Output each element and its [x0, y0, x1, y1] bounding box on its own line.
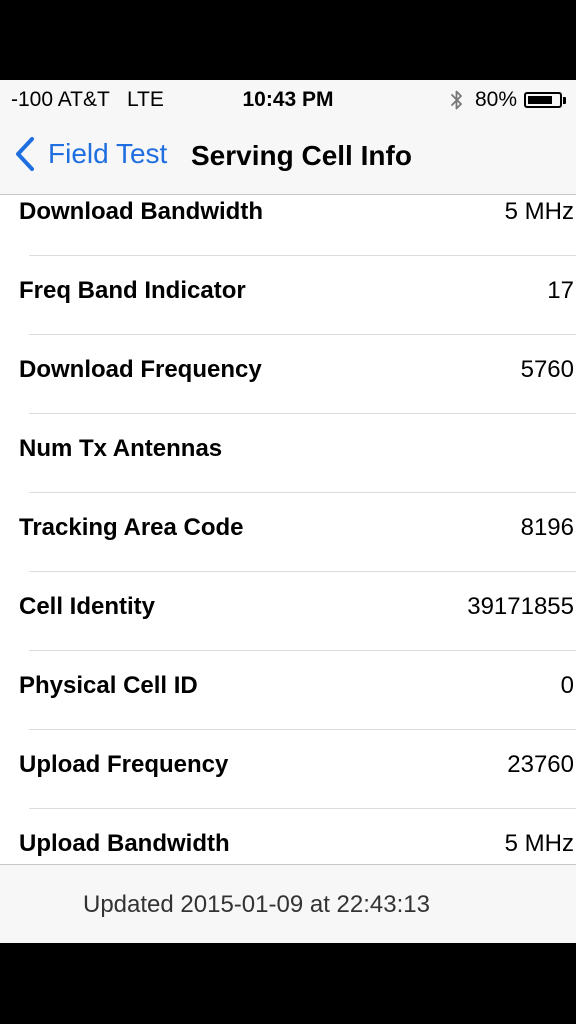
list-row: Cell Identity 39171855 [0, 571, 576, 651]
updated-timestamp: Updated 2015-01-09 at 22:43:13 [83, 891, 430, 918]
row-value: 5 MHz [504, 830, 574, 857]
list-row: Physical Cell ID 0 [0, 650, 576, 730]
row-label: Cell Identity [19, 593, 156, 620]
list-row: Num Tx Antennas [0, 413, 576, 493]
row-value: 23760 [507, 751, 574, 778]
status-bar: -100 AT&T LTE 10:43 PM 80% [0, 80, 576, 118]
list-row: Freq Band Indicator 17 [0, 255, 576, 335]
row-value: 8196 [520, 514, 574, 541]
battery-fill [528, 96, 552, 104]
battery-percent: 80% [474, 88, 517, 111]
list-row: Tracking Area Code 8196 [0, 492, 576, 572]
list-row: Download Frequency 5760 [0, 334, 576, 414]
row-value: 39171855 [467, 593, 574, 620]
row-value: 0 [560, 672, 574, 699]
back-button[interactable]: Field Test [14, 136, 167, 172]
row-label: Upload Frequency [19, 751, 229, 778]
chevron-left-icon [16, 137, 34, 171]
footer-toolbar: Updated 2015-01-09 at 22:43:13 [0, 864, 576, 943]
phone-screen: -100 AT&T LTE 10:43 PM 80% Field Test Se… [0, 80, 576, 943]
row-label: Upload Bandwidth [19, 830, 230, 857]
battery-icon [524, 92, 562, 108]
list-row: Upload Frequency 23760 [0, 729, 576, 809]
status-right: 80% [449, 88, 566, 112]
row-value: 5 MHz [504, 198, 574, 225]
row-value: 5760 [520, 356, 574, 383]
navigation-bar: Field Test Serving Cell Info [0, 118, 576, 195]
row-label: Tracking Area Code [19, 514, 244, 541]
bluetooth-icon [451, 90, 462, 110]
row-label: Physical Cell ID [19, 672, 198, 699]
battery-nub [563, 96, 566, 104]
list-row: Upload Bandwidth 5 MHz [0, 808, 576, 864]
list-row: Download Bandwidth 5 MHz [0, 195, 576, 256]
row-label: Download Bandwidth [19, 198, 263, 225]
page-title: Serving Cell Info [191, 140, 412, 171]
cell-info-list[interactable]: Download Bandwidth 5 MHz Freq Band Indicat… [0, 195, 576, 864]
row-label: Freq Band Indicator [19, 277, 246, 304]
row-value: 17 [547, 277, 574, 304]
row-label: Num Tx Antennas [19, 435, 223, 462]
row-label: Download Frequency [19, 356, 262, 383]
back-button-label: Field Test [48, 138, 168, 169]
